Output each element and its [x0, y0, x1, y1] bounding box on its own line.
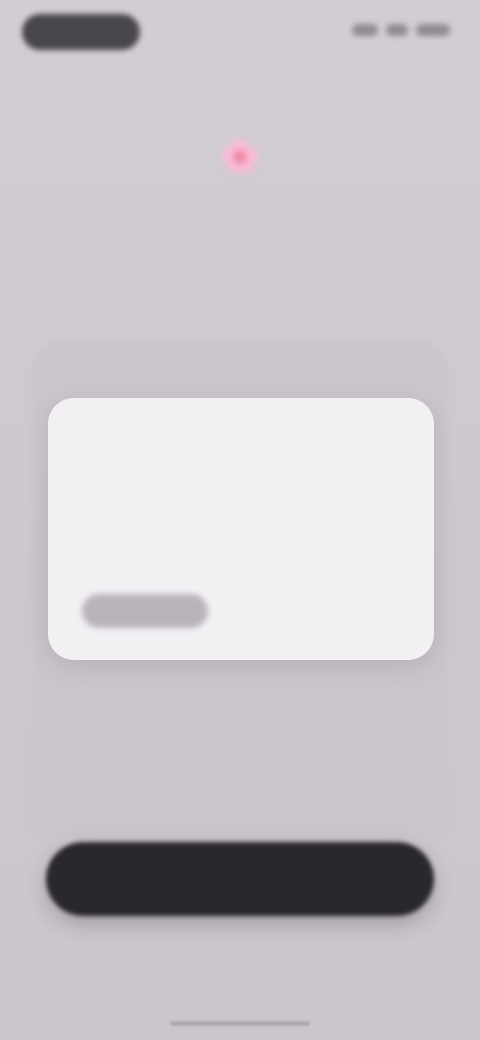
- app-label: [0, 72, 480, 88]
- flower-icon: 🌸: [220, 137, 260, 175]
- card-primary-button[interactable]: [82, 594, 208, 628]
- status-indicators: [352, 22, 450, 38]
- status-time-pill: [22, 14, 140, 50]
- page-title: 🌸: [40, 132, 440, 180]
- battery-icon: [416, 24, 450, 36]
- card-secondary-button[interactable]: [310, 598, 388, 624]
- onboarding-screen: 🌸: [0, 0, 480, 1040]
- info-card[interactable]: [48, 398, 434, 660]
- home-indicator[interactable]: [170, 1021, 310, 1026]
- continue-button[interactable]: [46, 842, 434, 916]
- page-title-line-2: 🌸: [40, 132, 440, 180]
- signal-icon: [352, 24, 378, 36]
- wifi-icon: [386, 24, 408, 36]
